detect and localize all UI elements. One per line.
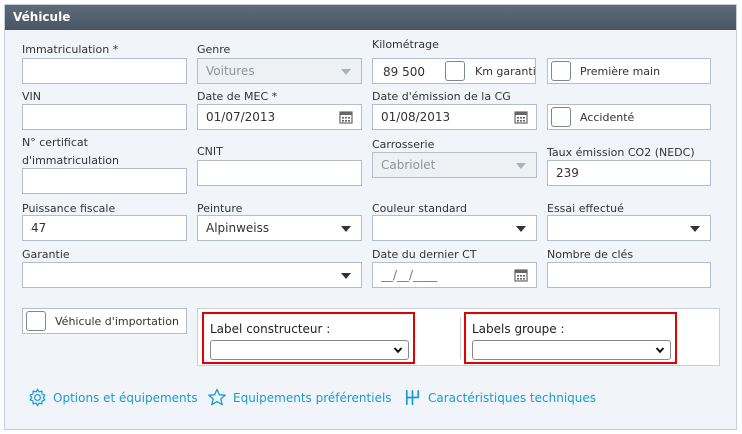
calendar-icon[interactable] [514,268,528,282]
gear-icon [29,388,46,407]
premiere-main-label: Première main [580,65,661,78]
kilometrage-input[interactable]: 89 500 [383,65,425,79]
essai-effectue-label: Essai effectué [547,202,624,215]
nombre-cles-input[interactable] [547,262,711,288]
km-garanti-label: Km garanti [475,65,536,78]
accidente-box[interactable] [551,107,571,127]
carrosserie-value: Cabriolet [381,158,436,172]
caret-down-icon [341,273,351,279]
peinture-select[interactable]: Alpinweiss [197,215,362,241]
premiere-main-checkbox[interactable]: Première main [547,58,711,84]
puissance-fiscale-input[interactable]: 47 [22,215,187,241]
options-equipements-link[interactable]: Options et équipements [28,388,198,407]
date-emission-cg-input[interactable]: 01/08/2013 [372,104,537,130]
date-emission-cg-label: Date d'émission de la CG [372,90,511,103]
labels-divider [460,317,461,359]
chevron-down-icon [393,347,403,354]
premiere-main-box[interactable] [551,61,571,81]
vehicule-importation-checkbox[interactable]: Véhicule d'importation [22,308,187,334]
certificat-label-line1: N° certificat [22,136,88,149]
immatriculation-input[interactable] [22,58,187,84]
labels-groupe-select[interactable] [472,340,671,360]
peinture-label: Peinture [197,202,243,215]
immatriculation-label: Immatriculation * [22,43,119,56]
date-mec-label: Date de MEC * [197,90,278,103]
garantie-select[interactable] [22,262,362,288]
caret-down-icon [516,163,526,169]
label-constructeur-group: Label constructeur : [202,312,415,364]
panel-title: Véhicule [5,5,736,30]
cnit-label: CNIT [197,145,223,158]
caracteristiques-techniques-link[interactable]: Caractéristiques techniques [403,388,596,407]
options-equipements-label: Options et équipements [53,390,198,405]
chevron-down-icon [655,347,665,354]
calendar-icon[interactable] [339,110,353,124]
equipements-preferentiels-label: Equipements préférentiels [233,390,392,405]
puissance-fiscale-label: Puissance fiscale [22,202,116,215]
carrosserie-select[interactable]: Cabriolet [372,152,537,178]
carrosserie-label: Carrosserie [372,138,435,151]
date-mec-value: 01/07/2013 [206,110,276,124]
genre-select[interactable]: Voitures [197,58,362,84]
labels-groupe-label: Labels groupe : [472,322,565,336]
date-dernier-ct-label: Date du dernier CT [372,248,477,261]
essai-effectue-select[interactable] [547,215,711,241]
couleur-standard-label: Couleur standard [372,202,467,215]
label-constructeur-select[interactable] [210,340,409,360]
kilometrage-group: 89 500 Km garanti [372,58,536,84]
genre-label: Genre [197,43,231,56]
star-icon [208,388,226,406]
taux-co2-label: Taux émission CO2 (NEDC) [547,146,695,159]
accidente-checkbox[interactable]: Accidenté [547,104,711,130]
vin-input[interactable] [22,104,187,130]
vin-label: VIN [22,90,41,103]
accidente-label: Accidenté [580,111,635,124]
taux-co2-input[interactable]: 239 [547,160,711,186]
garantie-label: Garantie [22,248,70,261]
kilometrage-label: Kilométrage [372,38,439,51]
date-emission-cg-value: 01/08/2013 [381,110,451,124]
genre-value: Voitures [206,64,255,78]
caret-down-icon [341,226,351,232]
vehicule-importation-box[interactable] [26,311,46,331]
vehicule-importation-label: Véhicule d'importation [55,315,179,328]
labels-groupe-group: Labels groupe : [464,312,677,364]
caret-down-icon [341,69,351,75]
caret-down-icon [516,226,526,232]
date-dernier-ct-input[interactable]: __/__/____ [372,262,537,288]
equipements-preferentiels-link[interactable]: Equipements préférentiels [207,388,392,407]
gearshift-icon [405,389,420,406]
couleur-standard-select[interactable] [372,215,537,241]
date-dernier-ct-value: __/__/____ [381,268,438,282]
peinture-value: Alpinweiss [206,221,270,235]
cnit-input[interactable] [197,160,362,186]
date-mec-input[interactable]: 01/07/2013 [197,104,362,130]
certificat-label-line2: d'immatriculation [22,154,120,167]
label-constructeur-label: Label constructeur : [210,322,331,336]
caracteristiques-techniques-label: Caractéristiques techniques [428,390,597,405]
certificat-input[interactable] [22,168,187,194]
km-garanti-checkbox[interactable] [445,61,465,81]
calendar-icon[interactable] [514,110,528,124]
caret-down-icon [690,226,700,232]
nombre-cles-label: Nombre de clés [547,248,634,261]
